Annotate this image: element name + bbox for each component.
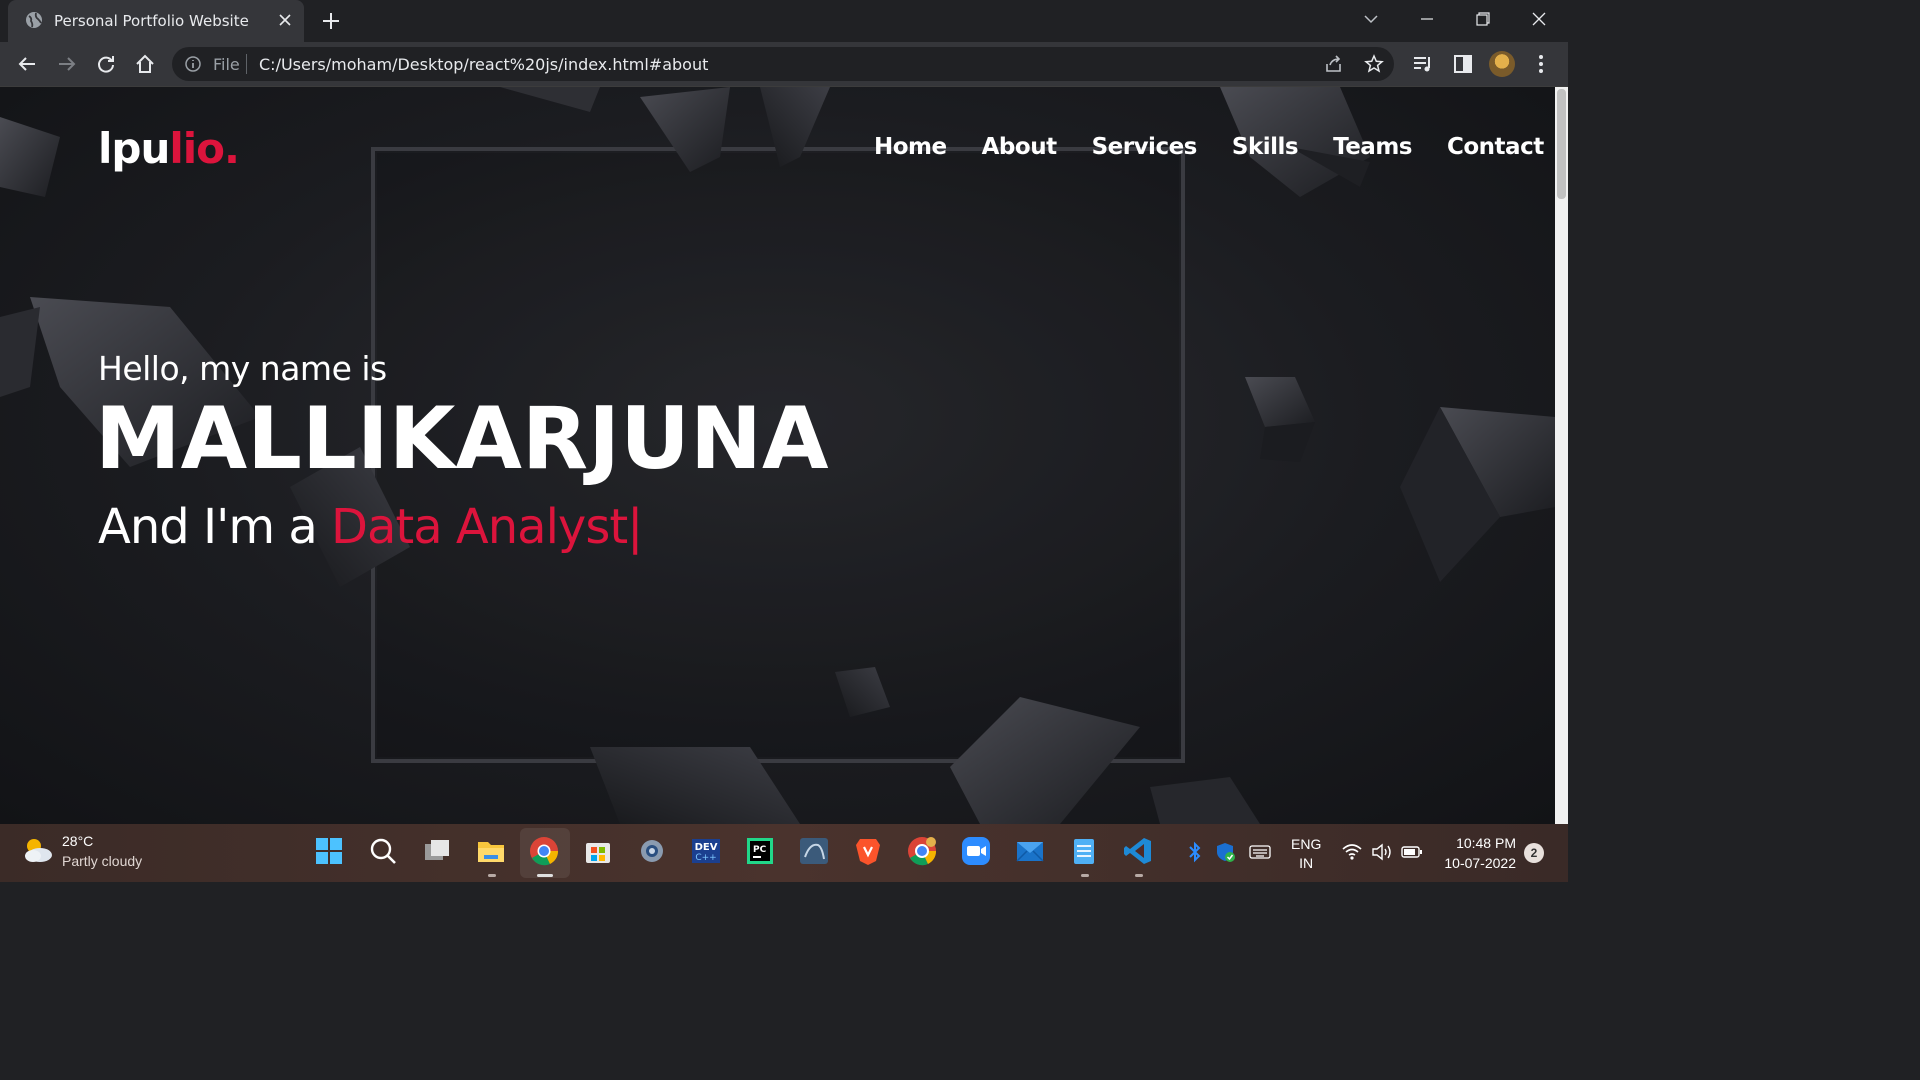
profile-avatar[interactable] xyxy=(1489,51,1515,77)
close-window-icon[interactable] xyxy=(1530,10,1548,33)
close-tab-icon[interactable] xyxy=(276,11,294,34)
notepad-icon[interactable] xyxy=(1068,835,1102,869)
lang-code: ENG xyxy=(1291,836,1322,852)
hero-role: And I'm a Data Analyst| xyxy=(98,499,643,555)
settings-gear-icon[interactable] xyxy=(636,835,670,869)
nav-teams[interactable]: Teams xyxy=(1333,134,1412,160)
notification-badge[interactable]: 2 xyxy=(1524,843,1544,863)
security-shield-icon[interactable] xyxy=(1214,841,1236,868)
chrome-profile-icon[interactable] xyxy=(906,835,940,869)
reading-list-icon[interactable] xyxy=(1412,53,1434,80)
weather-temperature[interactable]: 28°C xyxy=(62,833,93,849)
input-language[interactable]: ENG IN xyxy=(1291,835,1321,873)
weather-condition[interactable]: Partly cloudy xyxy=(62,853,142,869)
hero-greeting: Hello, my name is xyxy=(98,349,387,388)
new-tab-icon[interactable] xyxy=(320,10,342,37)
nav-skills[interactable]: Skills xyxy=(1232,134,1299,160)
globe-icon xyxy=(25,11,43,34)
menu-kebab-icon[interactable] xyxy=(1531,53,1551,80)
side-panel-icon[interactable] xyxy=(1452,53,1474,80)
logo-accent-text: lio. xyxy=(169,124,240,173)
search-icon[interactable] xyxy=(367,835,401,869)
site-nav: Home About Services Skills Teams Contact xyxy=(874,134,1544,160)
svg-text:DEV: DEV xyxy=(695,842,718,853)
bookmark-star-icon[interactable] xyxy=(1364,54,1384,79)
browser-toolbar: File C:/Users/moham/Desktop/react%20js/i… xyxy=(0,42,1568,87)
reload-icon[interactable] xyxy=(95,53,117,80)
site-info-icon[interactable] xyxy=(184,55,202,78)
minimize-icon[interactable] xyxy=(1418,10,1436,33)
url-scheme-label: File xyxy=(213,55,240,74)
battery-icon[interactable] xyxy=(1400,841,1424,868)
tab-strip: Personal Portfolio Website xyxy=(0,0,1568,42)
typing-cursor: | xyxy=(627,499,643,555)
restore-icon[interactable] xyxy=(1474,10,1492,33)
role-prefix: And I'm a xyxy=(98,499,332,555)
hero-name: MALLIKARJUNA xyxy=(95,389,829,489)
url-text[interactable]: C:/Users/moham/Desktop/react%20js/index.… xyxy=(259,55,708,74)
windows-start-icon[interactable] xyxy=(313,835,347,869)
mail-icon[interactable] xyxy=(1014,835,1048,869)
zoom-icon[interactable] xyxy=(960,835,994,869)
clock-time: 10:48 PM xyxy=(1456,835,1516,851)
volume-icon[interactable] xyxy=(1370,841,1394,868)
task-view-icon[interactable] xyxy=(421,835,455,869)
chrome-running-indicator xyxy=(537,874,553,877)
windows-taskbar: 28°C Partly cloudy DEV C++ PC ENG IN 10:… xyxy=(0,824,1568,882)
back-icon[interactable] xyxy=(16,53,38,80)
tab-search-chevron-icon[interactable] xyxy=(1362,10,1380,33)
home-icon[interactable] xyxy=(134,53,156,80)
lang-region: IN xyxy=(1299,855,1314,871)
file-explorer-icon[interactable] xyxy=(475,835,509,869)
vscode-icon[interactable] xyxy=(1122,835,1156,869)
clock-date: 10-07-2022 xyxy=(1444,855,1516,871)
nav-home[interactable]: Home xyxy=(874,134,947,160)
bluetooth-icon[interactable] xyxy=(1185,841,1205,868)
address-bar[interactable]: File C:/Users/moham/Desktop/react%20js/i… xyxy=(172,47,1394,81)
partly-cloudy-icon[interactable] xyxy=(20,836,54,871)
role-typed-text: Data Analyst xyxy=(331,499,628,555)
page-hero: lpulio. Home About Services Skills Teams… xyxy=(0,87,1555,824)
brave-browser-icon[interactable] xyxy=(852,835,886,869)
nav-services[interactable]: Services xyxy=(1092,134,1198,160)
mysql-workbench-icon[interactable] xyxy=(798,835,832,869)
keyboard-icon[interactable] xyxy=(1248,841,1272,868)
nav-contact[interactable]: Contact xyxy=(1447,134,1544,160)
chrome-icon[interactable] xyxy=(528,835,562,869)
site-logo[interactable]: lpulio. xyxy=(98,124,240,173)
nav-about[interactable]: About xyxy=(982,134,1057,160)
system-clock[interactable]: 10:48 PM 10-07-2022 xyxy=(1436,833,1516,873)
tab-active[interactable]: Personal Portfolio Website xyxy=(8,0,304,42)
svg-text:C++: C++ xyxy=(695,853,716,863)
microsoft-store-icon[interactable] xyxy=(582,835,616,869)
svg-text:PC: PC xyxy=(753,845,767,855)
explorer-running-indicator xyxy=(488,874,496,877)
url-separator xyxy=(246,54,247,74)
pycharm-icon[interactable]: PC xyxy=(744,835,778,869)
wifi-icon[interactable] xyxy=(1341,841,1363,868)
scrollbar-thumb[interactable] xyxy=(1557,89,1566,199)
vscode-running-indicator xyxy=(1135,874,1143,877)
dev-cpp-icon[interactable]: DEV C++ xyxy=(690,835,724,869)
tab-title: Personal Portfolio Website xyxy=(54,12,249,30)
share-icon[interactable] xyxy=(1324,54,1344,79)
logo-text: lpu xyxy=(98,124,170,173)
forward-icon[interactable] xyxy=(56,53,78,80)
notepad-running-indicator xyxy=(1081,874,1089,877)
